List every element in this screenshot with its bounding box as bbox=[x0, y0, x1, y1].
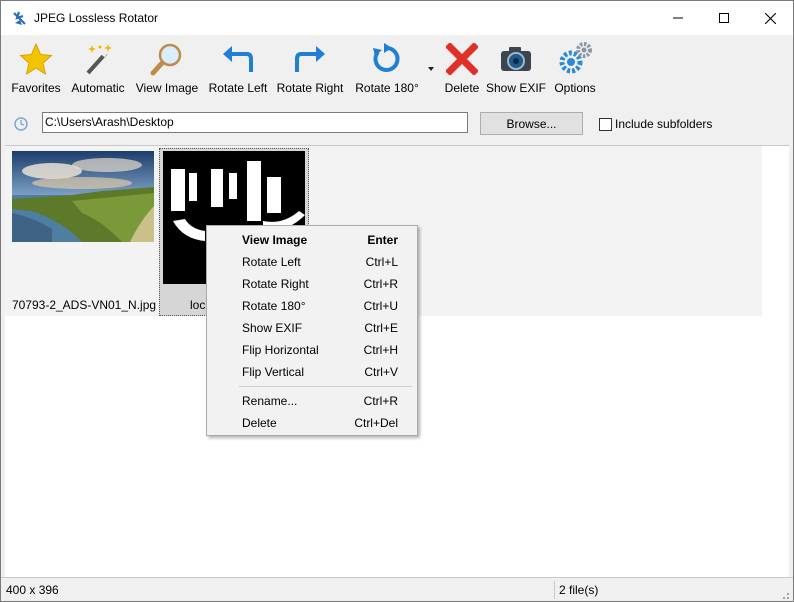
close-button[interactable] bbox=[747, 1, 793, 35]
image-dimensions: 400 x 396 bbox=[6, 583, 59, 597]
menu-item-label: Flip Horizontal bbox=[242, 343, 319, 357]
resize-grip-icon[interactable] bbox=[780, 590, 790, 600]
rotate-left-icon bbox=[223, 46, 253, 72]
menu-item-shortcut: Ctrl+E bbox=[364, 321, 398, 335]
view-image-label: View Image bbox=[135, 81, 199, 95]
maximize-icon bbox=[719, 13, 729, 23]
menu-item-shortcut: Ctrl+U bbox=[363, 299, 398, 313]
menu-item-label: Delete bbox=[242, 416, 277, 430]
minimize-button[interactable] bbox=[655, 1, 701, 35]
include-subfolders-checkbox[interactable] bbox=[599, 118, 612, 131]
gears-icon bbox=[559, 42, 592, 74]
rotate-left-label: Rotate Left bbox=[208, 81, 268, 95]
status-bar: 400 x 396 2 file(s) bbox=[1, 577, 793, 601]
show-exif-label: Show EXIF bbox=[485, 81, 547, 95]
status-divider bbox=[554, 581, 555, 599]
camera-icon bbox=[501, 47, 531, 71]
magnifier-icon bbox=[150, 43, 182, 76]
menu-item-shortcut: Ctrl+Del bbox=[354, 416, 398, 430]
delete-label: Delete bbox=[444, 81, 480, 95]
context-menu: View Image Enter Rotate Left Ctrl+L Rota… bbox=[206, 225, 418, 436]
menu-item-rename[interactable]: Rename... Ctrl+R bbox=[209, 389, 415, 411]
menu-item-shortcut: Ctrl+H bbox=[363, 343, 398, 357]
include-subfolders-label[interactable]: Include subfolders bbox=[615, 117, 712, 131]
automatic-label: Automatic bbox=[71, 81, 125, 95]
menu-item-show-exif[interactable]: Show EXIF Ctrl+E bbox=[209, 316, 415, 338]
thumbnail-landscape-image[interactable] bbox=[12, 151, 154, 242]
magic-wand-icon bbox=[86, 44, 112, 75]
rotate-right-button[interactable]: Rotate Right bbox=[274, 35, 346, 101]
menu-item-rotate-180[interactable]: Rotate 180° Ctrl+U bbox=[209, 294, 415, 316]
options-label: Options bbox=[554, 81, 596, 95]
rotate-180-label: Rotate 180° bbox=[355, 81, 419, 95]
rotate-dropdown-arrow-icon[interactable] bbox=[428, 67, 434, 71]
window-title: JPEG Lossless Rotator bbox=[34, 11, 159, 25]
menu-item-label: Flip Vertical bbox=[242, 365, 305, 379]
rotate-180-icon bbox=[373, 43, 400, 72]
show-exif-button[interactable]: Show EXIF bbox=[485, 35, 547, 101]
menu-item-flip-vertical[interactable]: Flip Vertical Ctrl+V bbox=[209, 360, 415, 382]
automatic-button[interactable]: Automatic bbox=[67, 35, 129, 101]
favorites-button[interactable]: Favorites bbox=[9, 35, 63, 101]
delete-x-icon bbox=[446, 43, 478, 75]
close-icon bbox=[764, 12, 776, 24]
delete-button[interactable]: Delete bbox=[441, 35, 483, 101]
menu-item-label: Show EXIF bbox=[242, 321, 303, 335]
favorites-label: Favorites bbox=[11, 81, 61, 95]
app-icon bbox=[13, 11, 26, 25]
rotate-right-label: Rotate Right bbox=[276, 81, 344, 95]
folder-path-input[interactable]: C:\Users\Arash\Desktop bbox=[42, 112, 468, 133]
menu-item-shortcut: Ctrl+L bbox=[365, 255, 398, 269]
menu-item-flip-horizontal[interactable]: Flip Horizontal Ctrl+H bbox=[209, 338, 415, 360]
rotate-left-button[interactable]: Rotate Left bbox=[207, 35, 269, 101]
menu-item-label: Rotate Left bbox=[242, 255, 301, 269]
app-window: JPEG Lossless Rotator Favorites Automati… bbox=[0, 0, 794, 602]
thumbnail-filename: loc bbox=[190, 298, 206, 312]
menu-item-view-image[interactable]: View Image Enter bbox=[209, 228, 415, 250]
browse-button[interactable]: Browse... bbox=[480, 112, 583, 135]
title-bar: JPEG Lossless Rotator bbox=[1, 1, 793, 35]
toolbar: Favorites Automatic View Image Rotate Le… bbox=[1, 35, 793, 101]
menu-item-shortcut: Enter bbox=[367, 233, 398, 247]
menu-item-label: Rotate 180° bbox=[242, 299, 306, 313]
menu-separator bbox=[239, 386, 412, 387]
menu-item-shortcut: Ctrl+R bbox=[363, 394, 398, 408]
rotate-right-icon bbox=[295, 46, 325, 72]
minimize-icon bbox=[673, 17, 683, 19]
menu-item-shortcut: Ctrl+R bbox=[363, 277, 398, 291]
history-icon[interactable] bbox=[13, 116, 29, 132]
thumbnail-filename: 70793-2_ADS-VN01_N.jpg bbox=[11, 298, 157, 312]
menu-item-label: Rename... bbox=[242, 394, 298, 408]
menu-item-label: View Image bbox=[242, 233, 308, 247]
view-image-button[interactable]: View Image bbox=[135, 35, 199, 101]
menu-item-shortcut: Ctrl+V bbox=[364, 365, 398, 379]
rotate-180-button[interactable]: Rotate 180° bbox=[354, 35, 420, 101]
menu-item-label: Rotate Right bbox=[242, 277, 309, 291]
star-icon bbox=[19, 42, 53, 76]
menu-item-rotate-left[interactable]: Rotate Left Ctrl+L bbox=[209, 250, 415, 272]
options-button[interactable]: Options bbox=[551, 35, 599, 101]
file-count: 2 file(s) bbox=[559, 583, 599, 597]
menu-item-delete[interactable]: Delete Ctrl+Del bbox=[209, 411, 415, 433]
menu-item-rotate-right[interactable]: Rotate Right Ctrl+R bbox=[209, 272, 415, 294]
maximize-button[interactable] bbox=[701, 1, 747, 35]
